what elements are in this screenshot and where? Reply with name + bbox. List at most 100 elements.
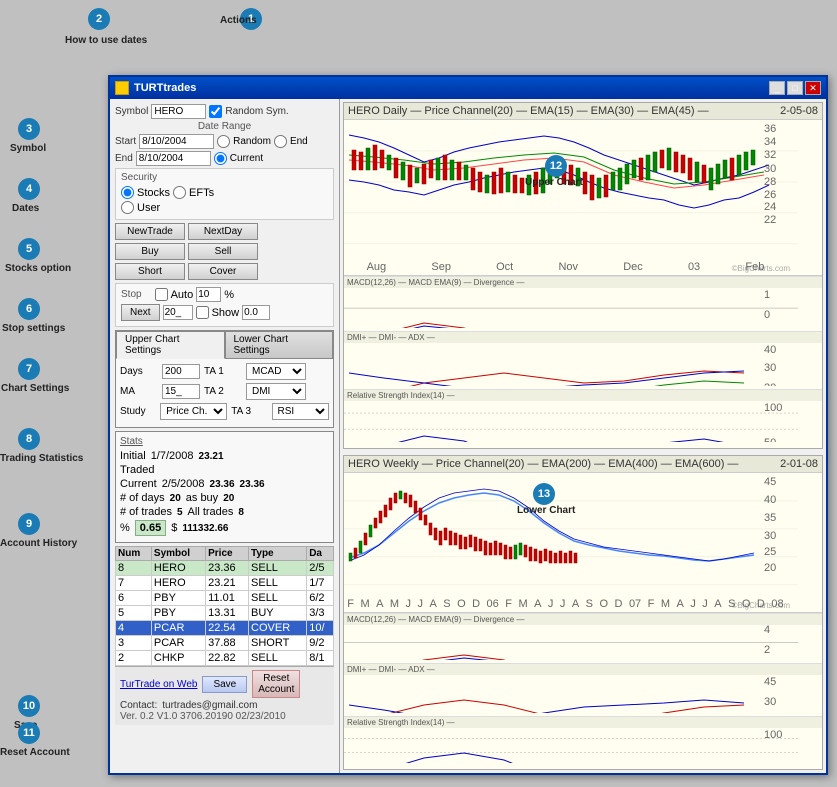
lower-chart-header-text: HERO Weekly — Price Channel(20) — EMA(20… xyxy=(348,458,738,470)
random-radio[interactable] xyxy=(217,135,230,148)
current-val1: 23.36 xyxy=(210,479,235,490)
cover-button[interactable]: Cover xyxy=(188,263,258,280)
stop-val-input[interactable] xyxy=(242,305,270,320)
svg-text:40: 40 xyxy=(764,494,776,506)
bubble-6: 6 xyxy=(18,298,40,320)
close-button[interactable]: ✕ xyxy=(805,81,821,95)
start-date-input[interactable] xyxy=(139,134,214,149)
efts-radio[interactable] xyxy=(173,186,186,199)
account-table-scroll[interactable]: Num Symbol Price Type Da 8HERO23.36SELL2… xyxy=(115,546,334,666)
traded-label: Traded xyxy=(120,464,154,476)
show-checkbox[interactable] xyxy=(196,306,209,319)
num-trades-label: # of trades xyxy=(120,506,172,518)
table-row[interactable]: 6PBY11.01SELL6/2 xyxy=(116,591,334,606)
upper-rsi-chart: Relative Strength Index(14) — 100 50 0 xyxy=(344,389,822,444)
svg-text:0: 0 xyxy=(764,309,770,321)
bubble-11-label: Reset Account xyxy=(0,747,70,758)
bubble-6-label: Stop settings xyxy=(2,323,65,334)
lower-dmi-label: DMI+ — DMI- — ADX — xyxy=(344,664,822,675)
svg-text:45: 45 xyxy=(764,476,776,488)
as-buy-val: 20 xyxy=(223,493,234,504)
table-row[interactable]: 2CHKP22.82SELL8/1 xyxy=(116,651,334,666)
initial-label: Initial xyxy=(120,450,146,462)
user-radio[interactable] xyxy=(121,201,134,214)
end-date-input[interactable] xyxy=(136,151,211,166)
dollar-label-stats: $ xyxy=(171,522,177,534)
chart-tabs: Upper Chart Settings Lower Chart Setting… xyxy=(116,331,333,359)
bubble-5-label: Stocks option xyxy=(5,263,71,274)
next-day-button[interactable]: NextDay xyxy=(188,223,258,240)
app-icon xyxy=(115,81,129,95)
initial-date: 1/7/2008 xyxy=(151,450,194,462)
sell-button[interactable]: Sell xyxy=(188,243,258,260)
bubble-11: 11 xyxy=(18,722,40,744)
svg-text:35: 35 xyxy=(764,512,776,524)
web-link[interactable]: TurTrade on Web xyxy=(120,679,197,690)
content-area: Symbol Random Sym. Date Range Start Rand… xyxy=(110,99,826,773)
new-trade-button[interactable]: NewTrade xyxy=(115,223,185,240)
pct-label-stats: % xyxy=(120,522,130,534)
svg-text:50: 50 xyxy=(764,437,776,441)
lower-chart-date: 2-01-08 xyxy=(780,458,818,470)
bubble-4: 4 xyxy=(18,178,40,200)
right-panel: HERO Daily — Price Channel(20) — EMA(15)… xyxy=(340,99,826,773)
show-label: Show xyxy=(212,307,240,319)
table-row[interactable]: 3PCAR37.88SHORT9/2 xyxy=(116,636,334,651)
svg-text:40: 40 xyxy=(764,344,776,356)
short-button[interactable]: Short xyxy=(115,263,185,280)
col-type: Type xyxy=(249,547,307,561)
svg-text:4: 4 xyxy=(764,625,770,636)
stats-initial-row: Initial 1/7/2008 23.21 xyxy=(120,450,329,462)
random-sym-checkbox[interactable] xyxy=(209,105,222,118)
upper-chart-tab[interactable]: Upper Chart Settings xyxy=(116,331,225,359)
security-section: Security Stocks EFTs User xyxy=(115,168,334,220)
table-row[interactable]: 4PCAR22.54COVER10/ xyxy=(116,621,334,636)
svg-text:26: 26 xyxy=(764,189,776,201)
ma-input[interactable] xyxy=(162,384,200,399)
current-radio[interactable] xyxy=(214,152,227,165)
bubble-8: 8 xyxy=(18,428,40,450)
symbol-input[interactable] xyxy=(151,104,206,119)
contact-label: Contact: xyxy=(120,700,157,711)
app-title: TURTtrades xyxy=(134,82,196,94)
lower-dmi-chart: DMI+ — DMI- — ADX — 45 30 15 0 xyxy=(344,663,822,716)
save-button[interactable]: Save xyxy=(202,676,247,693)
buy-button[interactable]: Buy xyxy=(115,243,185,260)
end-label2: End xyxy=(115,153,133,164)
ta1-select[interactable]: MCADDMIRSI xyxy=(246,363,306,380)
stop-pct-input[interactable] xyxy=(196,287,221,302)
table-row[interactable]: 7HERO23.21SELL1/7 xyxy=(116,576,334,591)
account-table: Num Symbol Price Type Da 8HERO23.36SELL2… xyxy=(115,546,334,666)
reset-account-button[interactable]: Reset Account xyxy=(252,670,300,698)
lower-rsi-label: Relative Strength Index(14) — xyxy=(344,717,822,728)
minimize-button[interactable]: _ xyxy=(769,81,785,95)
svg-text:34: 34 xyxy=(764,136,776,148)
current-val2: 23.36 xyxy=(240,479,265,490)
bubble-13-label: Lower Chart xyxy=(517,505,575,516)
lower-chart-tab[interactable]: Lower Chart Settings xyxy=(225,331,334,359)
maximize-button[interactable]: □ xyxy=(787,81,803,95)
stocks-radio[interactable] xyxy=(121,186,134,199)
symbol-label: Symbol xyxy=(115,106,148,117)
auto-checkbox[interactable] xyxy=(155,288,168,301)
chart-tab-content: Days TA 1 MCADDMIRSI MA TA 2 DMIMCADRSI xyxy=(116,359,333,427)
upper-dmi-svg: 40 30 20 10 0 xyxy=(344,343,822,386)
svg-text:30: 30 xyxy=(764,362,776,374)
ta3-select[interactable]: RSIMCADDMI xyxy=(272,403,329,420)
end-radio[interactable] xyxy=(274,135,287,148)
svg-text:36: 36 xyxy=(764,123,776,135)
table-row[interactable]: 5PBY13.31BUY3/3 xyxy=(116,606,334,621)
table-row[interactable]: 8HERO23.36SELL2/5 xyxy=(116,561,334,576)
study-select[interactable]: Price Ch.Volume xyxy=(160,403,227,420)
days-input[interactable] xyxy=(162,364,200,379)
next-val-input[interactable] xyxy=(163,305,193,320)
svg-text:30: 30 xyxy=(764,530,776,542)
title-bar: TURTtrades _ □ ✕ xyxy=(110,77,826,99)
ta2-select[interactable]: DMIMCADRSI xyxy=(246,383,306,400)
lower-x-axis: FMAMJJASOD06FMAJJASOD07FMAJJASOD08 xyxy=(344,598,787,610)
upper-macd-svg: 1 0 -1 xyxy=(344,288,822,328)
stats-title: Stats xyxy=(120,436,329,447)
bubble-1-label: Actions xyxy=(220,15,257,26)
current-label-stats: Current xyxy=(120,478,157,490)
next-button[interactable]: Next xyxy=(121,304,160,321)
